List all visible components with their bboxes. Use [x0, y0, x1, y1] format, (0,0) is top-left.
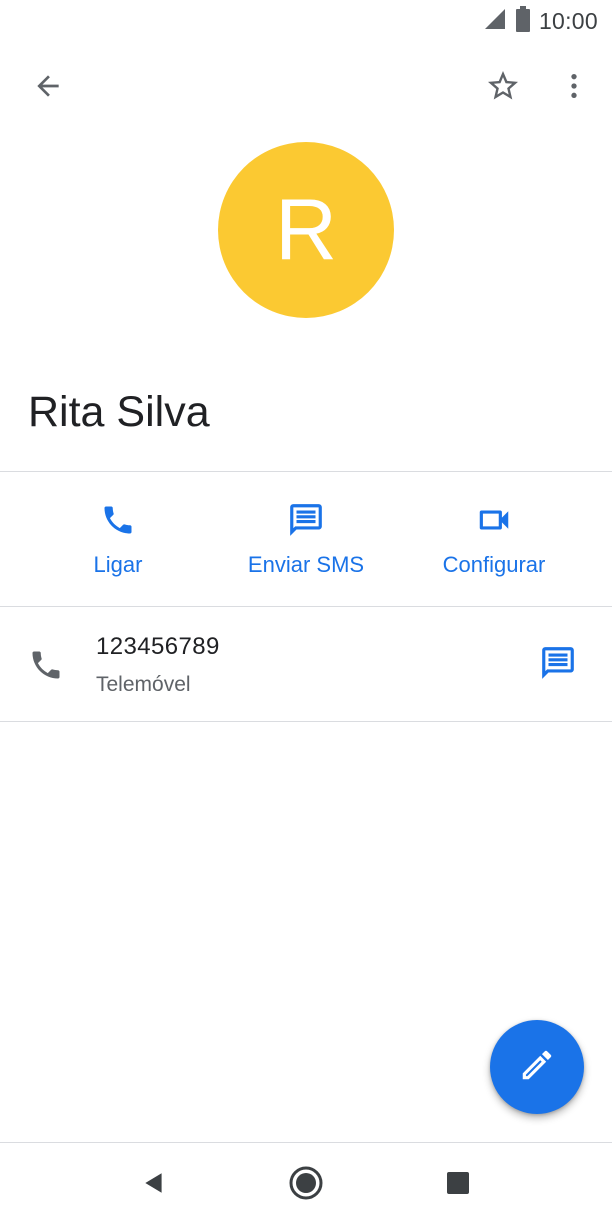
divider [0, 721, 612, 722]
more-options-button[interactable] [546, 60, 602, 116]
call-action-label: Ligar [93, 552, 143, 577]
nav-recents-button[interactable] [430, 1157, 486, 1213]
phone-entry-row[interactable]: 123456789 Telemóvel [0, 607, 612, 721]
status-icons: 10:00 [483, 6, 598, 37]
message-icon [287, 502, 325, 538]
phone-number: 123456789 [96, 633, 220, 660]
edit-contact-fab[interactable] [490, 1020, 584, 1114]
video-action-label: Configurar [442, 552, 546, 577]
app-bar [0, 56, 612, 120]
status-time: 10:00 [538, 8, 598, 34]
more-vert-icon [558, 70, 590, 107]
favorite-button[interactable] [475, 60, 531, 116]
nav-recents-icon [446, 1171, 470, 1200]
signal-icon [483, 7, 507, 36]
sms-action-label: Enviar SMS [247, 552, 365, 577]
avatar-initial: R [274, 182, 338, 278]
phone-type-label: Telemóvel [96, 673, 191, 696]
navigation-bar [0, 1143, 612, 1224]
phone-icon [100, 502, 136, 538]
nav-home-icon [288, 1165, 324, 1206]
quick-actions: Ligar Enviar SMS Configurar [0, 472, 612, 606]
phone-entry-sms-button[interactable] [530, 637, 586, 693]
message-icon [539, 644, 577, 687]
arrow-back-icon [32, 70, 64, 107]
contact-name: Rita Silva [28, 388, 210, 436]
nav-home-button[interactable] [278, 1157, 334, 1213]
nav-back-button[interactable] [126, 1157, 182, 1213]
battery-icon [515, 6, 531, 37]
videocam-icon [475, 502, 513, 538]
star-outline-icon [485, 68, 521, 109]
status-bar: 10:00 [0, 0, 612, 44]
video-action-button[interactable]: Configurar [399, 472, 589, 606]
edit-pencil-icon [518, 1046, 556, 1089]
back-button[interactable] [20, 60, 76, 116]
contact-avatar: R [218, 142, 394, 318]
phone-icon [28, 647, 64, 688]
nav-back-icon [141, 1170, 167, 1201]
call-action-button[interactable]: Ligar [23, 472, 213, 606]
sms-action-button[interactable]: Enviar SMS [211, 472, 401, 606]
